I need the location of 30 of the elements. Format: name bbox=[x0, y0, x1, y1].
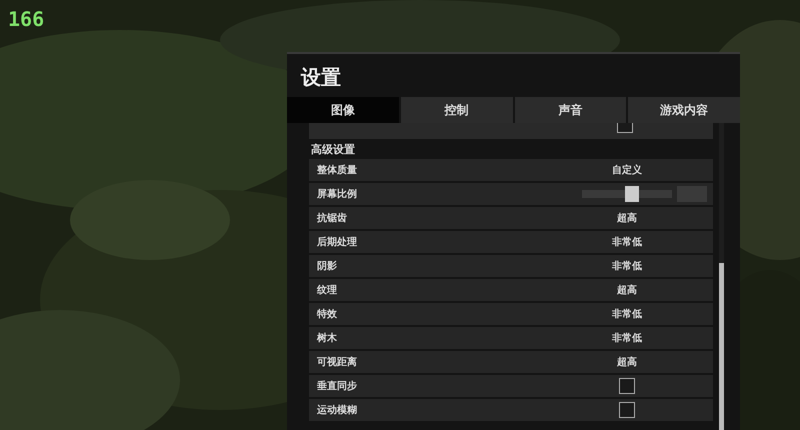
setting-value[interactable]: 自定义 bbox=[612, 163, 642, 177]
setting-label: 运动模糊 bbox=[317, 404, 358, 417]
setting-value[interactable]: 超高 bbox=[617, 211, 637, 225]
setting-label: 可视距离 bbox=[317, 355, 358, 369]
setting-label: 树木 bbox=[317, 332, 338, 345]
tab[interactable]: 图像 bbox=[287, 97, 399, 123]
setting-value[interactable]: 非常低 bbox=[612, 331, 642, 345]
setting-value[interactable]: 非常低 bbox=[612, 307, 642, 321]
tab[interactable]: 游戏内容 bbox=[628, 97, 740, 123]
scrollbar[interactable] bbox=[719, 123, 724, 430]
setting-label: 纹理 bbox=[317, 284, 338, 297]
checkbox[interactable] bbox=[619, 402, 635, 418]
tab[interactable]: 声音 bbox=[514, 97, 626, 123]
setting-label: 屏幕比例 bbox=[317, 188, 358, 201]
fps-counter: 166 bbox=[8, 8, 44, 30]
tab[interactable]: 控制 bbox=[400, 97, 512, 123]
setting-label: 垂直同步 bbox=[317, 380, 358, 393]
checkbox[interactable] bbox=[619, 378, 635, 394]
setting-label: 后期处理 bbox=[317, 236, 358, 249]
setting-value[interactable]: 非常低 bbox=[612, 235, 642, 249]
setting-value[interactable]: 非常低 bbox=[612, 259, 642, 273]
window-title: 设置 bbox=[300, 64, 342, 91]
setting-value[interactable]: 超高 bbox=[617, 355, 637, 369]
setting-label: 阴影 bbox=[317, 260, 338, 273]
setting-value[interactable]: 超高 bbox=[617, 283, 637, 297]
setting-label: 整体质量 bbox=[317, 164, 358, 177]
setting-label: 特效 bbox=[317, 308, 338, 321]
slider[interactable] bbox=[582, 186, 672, 202]
section-heading: 高级设置 bbox=[310, 142, 356, 157]
setting-label: 抗锯齿 bbox=[317, 212, 348, 225]
